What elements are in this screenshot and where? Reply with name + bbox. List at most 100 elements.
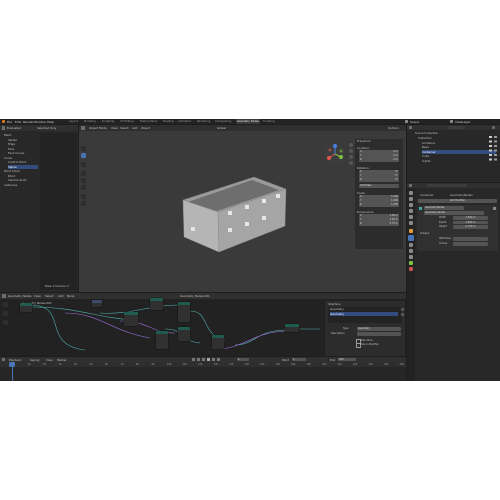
tab-uv-editing[interactable]: UV Editing bbox=[119, 119, 135, 124]
outliner-item-collection[interactable]: Collection bbox=[418, 136, 432, 140]
group-input-node[interactable] bbox=[20, 303, 32, 312]
3d-viewport[interactable]: Object Mode View Select Add Object Globa… bbox=[79, 125, 406, 292]
list-item-face-corner[interactable]: Face Corner bbox=[8, 151, 25, 155]
view-layer-tab-icon[interactable] bbox=[409, 209, 413, 213]
node-editor[interactable]: Geometry Nodes View Select Add Node Geom… bbox=[0, 293, 406, 356]
play-icon[interactable] bbox=[207, 358, 210, 361]
spreadsheet-icon[interactable] bbox=[1, 126, 5, 130]
menu-render[interactable]: Render bbox=[23, 120, 34, 124]
interface-item-input[interactable]: Geometry bbox=[330, 307, 398, 311]
next-keyframe-icon[interactable] bbox=[212, 358, 215, 361]
timeline-ruler[interactable]: 0 10 20 30 40 50 60 70 80 90 100 110 120 130 140 150 160… bbox=[0, 362, 406, 367]
boolean-node[interactable] bbox=[178, 302, 190, 322]
scale-z[interactable]: Z 1.000 bbox=[359, 203, 399, 207]
tab-geometry-nodes[interactable]: Geometry Nodes bbox=[236, 119, 260, 124]
output-tab-icon[interactable] bbox=[409, 203, 413, 207]
outliner-item-cube[interactable]: Cube bbox=[422, 154, 429, 158]
object-tab-icon[interactable] bbox=[409, 229, 413, 233]
end-frame-field[interactable]: 250 bbox=[338, 357, 356, 362]
dimensions-y[interactable]: Y 1.10 m bbox=[359, 218, 399, 222]
menu-window[interactable]: Window bbox=[34, 120, 46, 124]
close-icon[interactable] bbox=[493, 206, 496, 210]
scene-tab-icon[interactable] bbox=[409, 215, 413, 219]
dimensions-x[interactable]: X 1.56 m bbox=[359, 214, 399, 218]
render-tab-icon[interactable] bbox=[409, 197, 413, 201]
scene-selector[interactable]: Scene bbox=[410, 120, 419, 124]
grid-icon[interactable] bbox=[349, 161, 353, 165]
spreadsheet-mode[interactable]: Evaluated bbox=[7, 126, 21, 130]
tab-texture-paint[interactable]: Texture Paint bbox=[139, 119, 158, 124]
tool-tab-icon[interactable] bbox=[409, 191, 413, 195]
render-camera-icon[interactable] bbox=[494, 136, 497, 162]
list-item-point-cloud[interactable]: Point Cloud bbox=[4, 169, 20, 173]
filter-icon[interactable] bbox=[492, 126, 495, 129]
spreadsheet-filter[interactable]: Selected Only bbox=[37, 126, 56, 130]
list-item-mesh[interactable]: Mesh bbox=[4, 133, 11, 137]
node-group-select[interactable]: Geometry Nodes bbox=[424, 211, 484, 215]
location-x[interactable]: X 0 m bbox=[359, 150, 399, 154]
timeline-menu-marker[interactable]: Marker bbox=[57, 358, 67, 362]
list-item-point[interactable]: Point bbox=[8, 174, 15, 178]
rotation-mode-select[interactable]: XYZ Euler bbox=[359, 184, 399, 188]
list-item-face[interactable]: Face bbox=[8, 147, 14, 151]
scene-collection-label[interactable]: Scene Collection bbox=[415, 131, 438, 135]
instance-node[interactable] bbox=[156, 331, 168, 349]
rotation-z[interactable]: Z 0° bbox=[359, 178, 399, 182]
jump-start-icon[interactable] bbox=[192, 358, 195, 361]
add-modifier-button[interactable]: Add Modifier bbox=[418, 199, 497, 203]
pan-icon[interactable] bbox=[349, 149, 353, 153]
attributes-field[interactable] bbox=[453, 237, 488, 241]
material-tab-icon[interactable] bbox=[409, 267, 413, 271]
zoom-icon[interactable] bbox=[349, 143, 353, 147]
jump-end-icon[interactable] bbox=[217, 358, 220, 361]
tab-animation[interactable]: Animation bbox=[177, 119, 192, 124]
interface-title[interactable]: Interface bbox=[328, 302, 341, 306]
tab-sculpting[interactable]: Sculpting bbox=[101, 119, 115, 124]
list-item-curve[interactable]: Curve bbox=[4, 156, 12, 160]
start-frame-field[interactable]: 1 bbox=[292, 357, 306, 362]
prev-keyframe-icon[interactable] bbox=[197, 358, 200, 361]
tab-compositing[interactable]: Compositing bbox=[214, 119, 232, 124]
scale-x[interactable]: X 1.000 bbox=[359, 195, 399, 199]
rotation-x[interactable]: X 0° bbox=[359, 170, 399, 174]
timeline-menu-keying[interactable]: Keying bbox=[30, 358, 39, 362]
list-item-spline[interactable]: Spline bbox=[8, 164, 38, 169]
navigation-gizmo[interactable] bbox=[324, 143, 346, 165]
tab-shading[interactable]: Shading bbox=[162, 119, 175, 124]
physics-tab-icon[interactable] bbox=[409, 249, 413, 253]
outliner-item-container[interactable]: Container bbox=[422, 149, 496, 154]
join-geometry-node[interactable] bbox=[212, 335, 224, 349]
list-item-instances[interactable]: Instances bbox=[4, 183, 17, 187]
location-y[interactable]: Y 0 m bbox=[359, 154, 399, 158]
list-item-control-point[interactable]: Control Point bbox=[8, 160, 26, 164]
rotation-y[interactable]: Y 0° bbox=[359, 174, 399, 178]
depth-field[interactable]: 1.000 m bbox=[453, 220, 488, 224]
list-item-volume-grids[interactable]: Volume Grids bbox=[8, 178, 27, 182]
list-item-edge[interactable]: Edge bbox=[8, 142, 15, 146]
visibility-eye-icon[interactable] bbox=[489, 136, 492, 162]
outliner-item-armature[interactable]: Armature bbox=[422, 141, 435, 145]
interface-item-output[interactable]: Geometry bbox=[330, 312, 398, 316]
realize-node[interactable] bbox=[178, 327, 190, 341]
scale-y[interactable]: Y 1.000 bbox=[359, 199, 399, 203]
outliner-item-lights[interactable]: Lights bbox=[422, 159, 430, 163]
group-output-node[interactable] bbox=[285, 324, 299, 332]
modifier-tab-icon[interactable] bbox=[408, 235, 414, 241]
view-layer-selector[interactable]: ViewLayer bbox=[455, 120, 470, 124]
timeline[interactable]: Playback Keying View Marker 1 Start 1 En… bbox=[0, 357, 406, 381]
modifier-name-input[interactable]: GeometryNodes bbox=[424, 206, 464, 210]
data-tab-icon[interactable] bbox=[409, 261, 413, 265]
tab-layout[interactable]: Layout bbox=[68, 119, 79, 124]
transform-title[interactable]: Transform bbox=[357, 139, 371, 143]
outliner-search-input[interactable] bbox=[447, 126, 465, 129]
math-node[interactable] bbox=[92, 300, 102, 307]
world-tab-icon[interactable] bbox=[409, 221, 413, 225]
dimensions-z[interactable]: Z 0.73 m bbox=[359, 222, 399, 226]
properties-search-input[interactable] bbox=[427, 184, 467, 187]
timeline-menu-view[interactable]: View bbox=[46, 358, 53, 362]
play-reverse-icon[interactable] bbox=[202, 358, 205, 361]
socket-type-select[interactable]: Geometry bbox=[357, 327, 401, 331]
indices-field[interactable] bbox=[453, 242, 488, 246]
properties-type-icon[interactable] bbox=[409, 184, 412, 187]
outliner-type-icon[interactable] bbox=[409, 126, 412, 129]
